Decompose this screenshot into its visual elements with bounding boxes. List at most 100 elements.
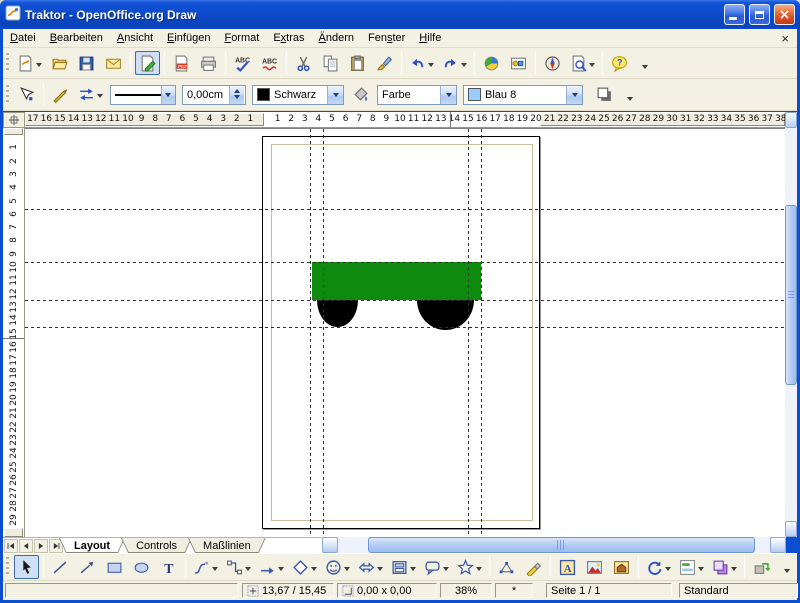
- print-button[interactable]: [196, 51, 221, 75]
- snap-guide-vertical[interactable]: [481, 129, 482, 537]
- toolbar-grip[interactable]: [6, 557, 9, 577]
- menu-item-datei[interactable]: Datei: [3, 31, 43, 45]
- gallery-button[interactable]: [609, 555, 634, 579]
- curve-button[interactable]: [190, 555, 221, 579]
- display-functions-button[interactable]: [506, 51, 531, 75]
- rotate-button[interactable]: [643, 555, 674, 579]
- snap-guide-horizontal[interactable]: [25, 209, 785, 210]
- next-page-button[interactable]: [34, 539, 48, 553]
- text-button[interactable]: T: [156, 555, 181, 579]
- save-button[interactable]: [74, 51, 99, 75]
- tab-malinien[interactable]: Maßlinien: [188, 538, 266, 553]
- rectangle-button[interactable]: [102, 555, 127, 579]
- toolbar-options-button[interactable]: [621, 82, 636, 108]
- scroll-down-button[interactable]: [785, 521, 797, 537]
- select-button[interactable]: [14, 555, 39, 579]
- block-arrows-button[interactable]: [355, 555, 386, 579]
- drawing-canvas[interactable]: [25, 128, 785, 537]
- line-dialog-button[interactable]: [48, 83, 73, 107]
- tractor-body[interactable]: [312, 262, 481, 300]
- snap-guide-vertical[interactable]: [468, 129, 469, 537]
- scroll-left-button[interactable]: [322, 537, 338, 553]
- export-pdf-button[interactable]: PDF: [169, 51, 194, 75]
- menu-item-einfgen[interactable]: Einfügen: [160, 31, 217, 45]
- object-size-field[interactable]: 0,00 x 0,00: [337, 583, 437, 598]
- stars-button[interactable]: [454, 555, 485, 579]
- flowchart-button[interactable]: [388, 555, 419, 579]
- menu-item-hilfe[interactable]: Hilfe: [412, 31, 448, 45]
- tab-layout[interactable]: Layout: [59, 538, 125, 553]
- menu-item-format[interactable]: Format: [217, 31, 266, 45]
- menu-item-fenster[interactable]: Fenster: [361, 31, 412, 45]
- line-button[interactable]: [48, 555, 73, 579]
- tab-controls[interactable]: Controls: [121, 538, 192, 553]
- dropdown-arrow-icon[interactable]: [161, 86, 175, 104]
- navigator-button[interactable]: [540, 51, 565, 75]
- format-paintbrush-button[interactable]: [372, 51, 397, 75]
- snap-guide-horizontal[interactable]: [25, 327, 785, 328]
- fill-color-select[interactable]: Blau 8: [463, 85, 583, 105]
- toolbar-options-button[interactable]: [778, 554, 793, 580]
- previous-page-button[interactable]: [19, 539, 33, 553]
- basic-shapes-button[interactable]: [289, 555, 320, 579]
- minimize-button[interactable]: [724, 4, 745, 25]
- horizontal-ruler[interactable]: 1817161514131211109876543211234567891011…: [25, 112, 785, 128]
- line-ends-with-arrow-button[interactable]: [75, 555, 100, 579]
- help-button[interactable]: ?: [607, 51, 632, 75]
- scroll-up-button[interactable]: [785, 112, 797, 128]
- open-button[interactable]: [47, 51, 72, 75]
- page-style-field[interactable]: Standard: [679, 583, 798, 598]
- cut-button[interactable]: [291, 51, 316, 75]
- maximize-button[interactable]: [749, 4, 770, 25]
- fill-dialog-button[interactable]: [348, 83, 373, 107]
- interaction-button[interactable]: [749, 555, 774, 579]
- new-button[interactable]: [14, 51, 45, 75]
- line-style-select[interactable]: [110, 85, 176, 105]
- ruler-origin-button[interactable]: [3, 112, 25, 128]
- vertical-scrollbar[interactable]: [785, 112, 797, 537]
- insert-picture-button[interactable]: [582, 555, 607, 579]
- line-color-select[interactable]: Schwarz: [252, 85, 344, 105]
- callouts-button[interactable]: [421, 555, 452, 579]
- ellipse-button[interactable]: [129, 555, 154, 579]
- dropdown-arrow-icon[interactable]: [440, 86, 456, 104]
- fontwork-gallery-button[interactable]: A: [555, 555, 580, 579]
- alignment-button[interactable]: [676, 555, 707, 579]
- edit-points-mode-button[interactable]: [14, 83, 39, 107]
- document-as-email-button[interactable]: [101, 51, 126, 75]
- close-button[interactable]: ×: [774, 4, 795, 25]
- cursor-position-field[interactable]: 13,67 / 15,45: [242, 583, 334, 598]
- insert-chart-button[interactable]: [479, 51, 504, 75]
- arrow-style-button[interactable]: [75, 83, 106, 107]
- lines-and-arrows-button[interactable]: [256, 555, 287, 579]
- connector-button[interactable]: [223, 555, 254, 579]
- toolbar-grip[interactable]: [6, 85, 9, 105]
- snap-guide-horizontal[interactable]: [25, 300, 785, 301]
- undo-button[interactable]: [406, 51, 437, 75]
- spellcheck-button[interactable]: ABC: [230, 51, 255, 75]
- menu-item-ndern[interactable]: Ändern: [312, 31, 361, 45]
- snap-guide-vertical[interactable]: [310, 129, 311, 537]
- snap-guide-vertical[interactable]: [323, 129, 324, 537]
- symbol-shapes-button[interactable]: [322, 555, 353, 579]
- menu-item-ansicht[interactable]: Ansicht: [110, 31, 160, 45]
- scroll-right-button[interactable]: [770, 537, 786, 553]
- paste-button[interactable]: [345, 51, 370, 75]
- shadow-button[interactable]: [592, 83, 617, 107]
- edit-file-button[interactable]: [135, 51, 160, 75]
- toolbar-options-button[interactable]: [636, 50, 651, 76]
- menu-item-bearbeiten[interactable]: Bearbeiten: [43, 31, 110, 45]
- page-number-field[interactable]: Seite 1 / 1: [546, 583, 672, 598]
- vertical-ruler[interactable]: 1234567891011121314151617181920212223242…: [3, 128, 25, 537]
- auto-spellcheck-button[interactable]: ABC: [257, 51, 282, 75]
- fill-style-select[interactable]: Farbe: [377, 85, 457, 105]
- close-document-button[interactable]: ×: [781, 32, 789, 45]
- menu-item-extras[interactable]: Extras: [266, 31, 311, 45]
- redo-button[interactable]: [439, 51, 470, 75]
- spin-buttons[interactable]: [229, 86, 244, 104]
- arrange-button[interactable]: [709, 555, 740, 579]
- glue-points-button[interactable]: [521, 555, 546, 579]
- horizontal-scrollbar[interactable]: [322, 537, 786, 553]
- zoom-button[interactable]: [567, 51, 598, 75]
- horizontal-scroll-thumb[interactable]: [368, 537, 755, 553]
